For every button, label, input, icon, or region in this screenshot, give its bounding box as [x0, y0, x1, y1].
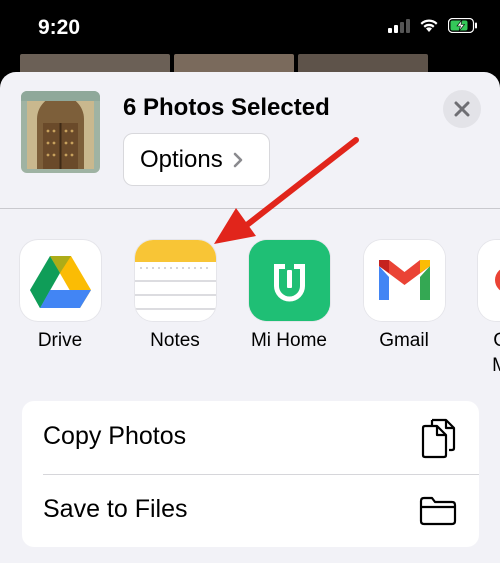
- folder-icon: [417, 490, 459, 532]
- app-label: Drive: [37, 330, 83, 351]
- app-label: Notes: [150, 330, 200, 351]
- wifi-icon: [420, 19, 438, 32]
- options-label: Options: [140, 145, 223, 173]
- close-button[interactable]: [443, 90, 481, 128]
- gmail-icon: [364, 240, 445, 321]
- action-copy-photos[interactable]: Copy Photos: [22, 401, 479, 475]
- share-sheet-header: 6 Photos Selected Options: [0, 72, 500, 208]
- share-sheet-title: 6 Photos Selected: [123, 94, 330, 121]
- app-mi-home[interactable]: Mi Home: [239, 240, 339, 390]
- chevron-right-icon: [233, 152, 243, 167]
- app-label: Gmail: [379, 330, 429, 351]
- options-button[interactable]: Options: [123, 133, 270, 186]
- battery-charging-icon: [448, 18, 477, 33]
- app-label: G: [468, 330, 500, 352]
- app-label: Mi Home: [250, 330, 327, 351]
- actions-list: Copy Photos Save to Files: [22, 401, 479, 547]
- app-drive[interactable]: Drive: [10, 240, 110, 390]
- share-sheet: 6 Photos Selected Options Drive Notes Mi…: [0, 72, 500, 563]
- app-gmail[interactable]: Gmail: [354, 240, 454, 390]
- app-notes[interactable]: Notes: [125, 240, 225, 390]
- google-drive-icon: [20, 240, 101, 321]
- status-bar: 9:20: [0, 0, 500, 60]
- app-partial[interactable]: G M: [468, 240, 500, 390]
- header-divider: [0, 208, 500, 209]
- mi-home-icon: [249, 240, 330, 321]
- partial-app-icon: [478, 240, 500, 321]
- action-label: Copy Photos: [43, 422, 187, 450]
- copy-photos-icon: [417, 417, 459, 459]
- status-icons: [388, 18, 478, 33]
- selected-photos-thumbnail: [21, 91, 100, 173]
- action-label: Save to Files: [43, 495, 188, 523]
- share-apps-row: Drive Notes Mi Home Gmail: [0, 240, 500, 390]
- signal-icon: [388, 18, 410, 33]
- notes-icon: [135, 240, 216, 321]
- status-time: 9:20: [38, 16, 81, 39]
- close-icon: [454, 101, 470, 117]
- app-label-line2: M: [468, 355, 500, 377]
- action-save-to-files[interactable]: Save to Files: [22, 474, 479, 547]
